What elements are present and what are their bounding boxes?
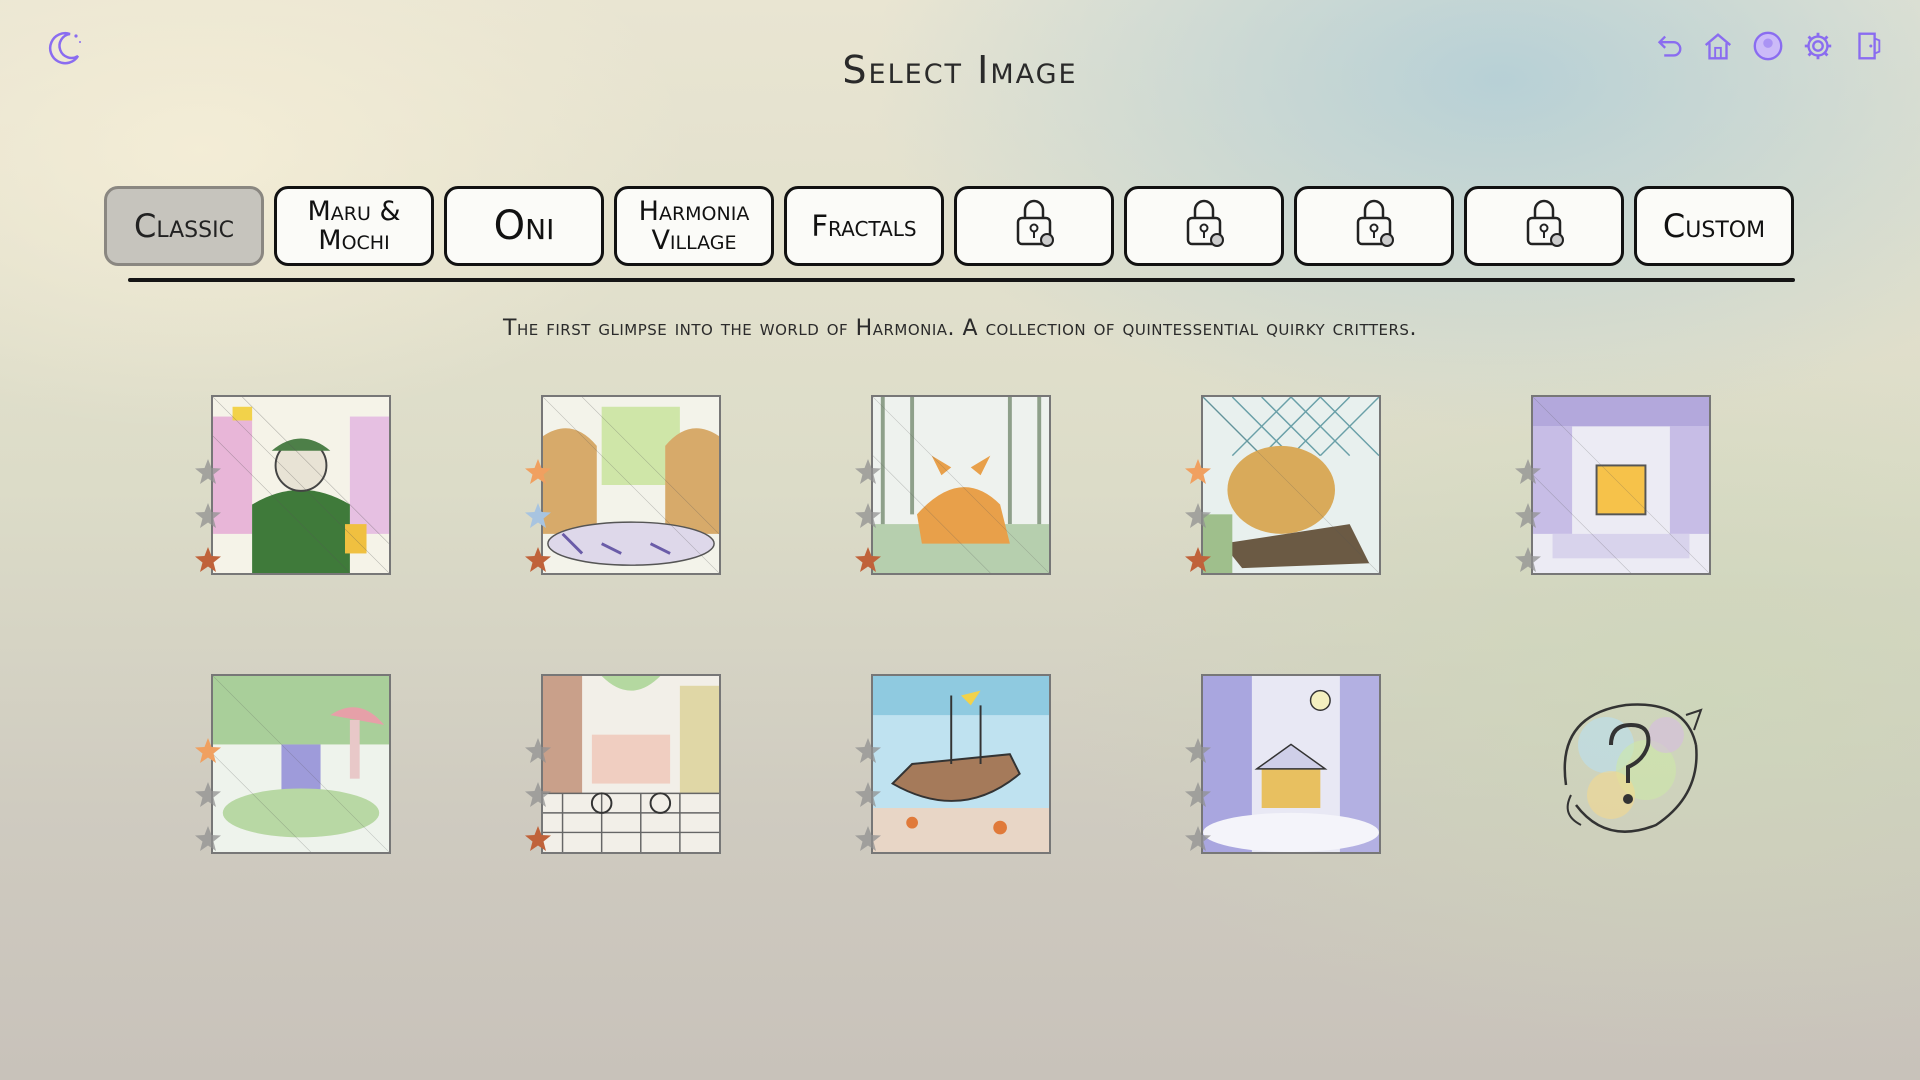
tab-label: Custom [1662,207,1766,245]
star-rating [193,736,223,856]
star-icon-empty [853,736,883,766]
star-icon-empty [193,457,223,487]
image-card [1185,674,1381,854]
tab-label: Oni [493,203,555,249]
tab-label: Fractals [811,209,917,243]
star-icon-empty [1183,780,1213,810]
image-thumbnail-sunken-ship[interactable] [871,674,1051,854]
image-thumbnail-highland-cows[interactable] [541,395,721,575]
tabs-divider [128,278,1795,282]
tab-label: Maru & Mochi [307,196,401,256]
star-icon-silver [523,501,553,531]
tab-label: Classic [134,207,234,245]
image-thumbnail-mushroom-grove[interactable] [211,674,391,854]
star-rating [853,457,883,577]
tab-label: Harmonia Village [638,196,750,256]
tab-locked-1[interactable] [954,186,1114,266]
star-rating [1183,457,1213,577]
image-card [195,395,391,575]
star-rating [1183,736,1213,856]
question-mark-icon [1563,703,1703,833]
star-icon-gold [193,736,223,766]
image-thumbnail-greenhouse-lion[interactable] [1201,395,1381,575]
collection-tabs: Classic Maru & Mochi Oni Harmonia Villag… [104,186,1794,266]
star-rating [853,736,883,856]
exit-door-icon[interactable] [1850,28,1886,64]
star-icon-empty [1183,736,1213,766]
undo-icon[interactable] [1650,28,1686,64]
star-icon-empty [523,736,553,766]
star-icon-empty [853,824,883,854]
star-icon-empty [193,501,223,531]
star-icon-bronze [523,545,553,575]
star-icon-empty [1183,824,1213,854]
star-icon-empty [853,780,883,810]
star-icon-empty [853,501,883,531]
image-thumbnail-winter-cabin[interactable] [1201,674,1381,854]
image-thumbnail-market-street[interactable] [541,674,721,854]
image-card [855,674,1051,854]
star-icon-gold [523,457,553,487]
star-icon-bronze [853,545,883,575]
lock-key-icon [1519,194,1569,258]
profile-icon[interactable] [1750,28,1786,64]
star-icon-bronze [1183,545,1213,575]
star-icon-empty [1513,457,1543,487]
image-card [1185,395,1381,575]
image-card [1515,395,1711,575]
tab-maru-mochi[interactable]: Maru & Mochi [274,186,434,266]
image-thumbnail-forest-fox[interactable] [871,395,1051,575]
page-title: Select Image [842,48,1078,92]
lock-key-icon [1179,194,1229,258]
star-icon-empty [1513,545,1543,575]
lock-key-icon [1009,194,1059,258]
star-icon-gold [1183,457,1213,487]
star-icon-empty [1513,501,1543,531]
image-card [525,674,721,854]
star-icon-empty [853,457,883,487]
star-rating [523,736,553,856]
star-icon-bronze [523,824,553,854]
image-card [195,674,391,854]
tab-locked-3[interactable] [1294,186,1454,266]
random-image-button[interactable] [1536,675,1716,855]
tab-locked-2[interactable] [1124,186,1284,266]
top-toolbar [1650,28,1886,64]
image-card [525,395,721,575]
star-icon-empty [193,824,223,854]
home-icon[interactable] [1700,28,1736,64]
star-icon-bronze [193,545,223,575]
tab-classic[interactable]: Classic [104,186,264,266]
image-card [855,395,1051,575]
star-rating [523,457,553,577]
image-thumbnail-library-room[interactable] [1531,395,1711,575]
tab-custom[interactable]: Custom [1634,186,1794,266]
settings-gear-icon[interactable] [1800,28,1836,64]
image-thumbnail-cat-shopkeeper[interactable] [211,395,391,575]
lock-key-icon [1349,194,1399,258]
star-rating [193,457,223,577]
tab-harmonia-village[interactable]: Harmonia Village [614,186,774,266]
tab-locked-4[interactable] [1464,186,1624,266]
star-icon-empty [1183,501,1213,531]
star-icon-empty [193,780,223,810]
collection-description: The first glimpse into the world of Harm… [503,316,1417,341]
tab-oni[interactable]: Oni [444,186,604,266]
tab-fractals[interactable]: Fractals [784,186,944,266]
star-icon-empty [523,780,553,810]
star-rating [1513,457,1543,577]
